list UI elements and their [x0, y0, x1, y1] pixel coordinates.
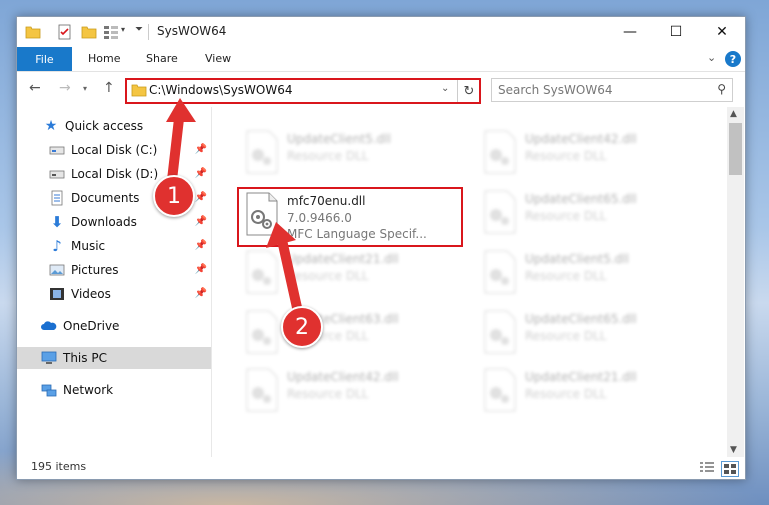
annotation-arrowhead-1 [166, 98, 196, 122]
annotation-arrow-2 [277, 235, 303, 317]
step-badge-1: 1 [153, 175, 195, 217]
step-badge-2: 2 [281, 306, 323, 348]
annotation-arrows [166, 98, 303, 317]
